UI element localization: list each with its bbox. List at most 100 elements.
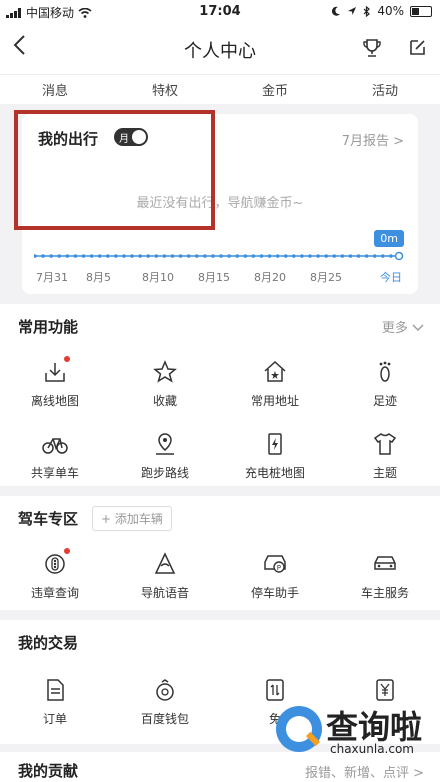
- timeline-day-dot: [381, 254, 385, 258]
- tab-privileges[interactable]: 特权: [152, 80, 178, 99]
- section-title: 我的贡献: [18, 762, 79, 780]
- more-label: 更多: [381, 321, 408, 336]
- battery-icon: [410, 5, 432, 17]
- timeline-day-dot: [308, 254, 312, 258]
- timeline-day-dot: [389, 254, 393, 258]
- timeline-day-dot: [178, 254, 183, 258]
- exchange-icon: [220, 676, 330, 704]
- timeline-day-dot: [162, 254, 167, 258]
- wallet-icon: [110, 676, 220, 704]
- common-function-item[interactable]: 主题: [330, 430, 440, 481]
- drive-function-item-label: 导航语音: [140, 586, 189, 600]
- more-link[interactable]: 更多: [382, 317, 424, 336]
- timeline-day-dot: [154, 254, 159, 258]
- highlight-annotation-box: [14, 110, 215, 230]
- timeline-day-dot: [49, 254, 53, 258]
- chevron-down-icon: [412, 324, 424, 331]
- timeline-day-dot: [267, 254, 272, 258]
- timeline-day-dot: [251, 254, 256, 258]
- timeline-day-dot: [130, 254, 134, 258]
- timeline-date-label: 8月25: [310, 271, 342, 284]
- timeline-day-dot: [186, 254, 191, 258]
- watermark-url: chaxunla.com: [330, 742, 414, 756]
- tab-coins[interactable]: 金币: [262, 80, 288, 99]
- timeline-day-dot: [340, 254, 345, 258]
- timeline-day-dot: [364, 254, 369, 258]
- drive-function-item[interactable]: 导航语音: [110, 550, 220, 601]
- timeline-day-dot: [146, 254, 151, 258]
- drive-function-item-label: 停车助手: [250, 586, 299, 600]
- battery-percent: 40%: [377, 4, 404, 18]
- footprint-icon: [330, 358, 440, 386]
- yen-icon: [330, 676, 440, 704]
- drive-function-item[interactable]: P 停车助手: [220, 550, 330, 601]
- shirt-icon: [330, 430, 440, 458]
- drive-function-item[interactable]: 车主服务: [330, 550, 440, 601]
- contrib-link[interactable]: 报错、新增、点评 >: [305, 762, 424, 781]
- timeline-day-dot: [292, 254, 296, 258]
- common-function-item-label: 充电桩地图: [244, 466, 305, 480]
- location-arrow-icon: [348, 7, 357, 15]
- timeline-day-dot: [203, 254, 207, 258]
- timeline-day-dot: [65, 254, 70, 258]
- timeline-date-label: 今日: [380, 271, 402, 284]
- common-function-item[interactable]: 充电桩地图: [220, 430, 330, 481]
- watermark-logo: 查询啦 chaxunla.com: [276, 702, 436, 762]
- timeline-day-dot: [81, 254, 86, 258]
- timeline-day-dot: [97, 254, 102, 258]
- common-function-item-label: 共享单车: [30, 466, 79, 480]
- distance-badge: 0m: [374, 230, 404, 247]
- notification-dot: [64, 356, 70, 362]
- battery-fill: [412, 7, 420, 15]
- common-function-item[interactable]: 共享单车: [0, 430, 110, 481]
- timeline-day-dot: [227, 254, 231, 258]
- drive-section: 驾车专区 + 添加车辆 违章查询 导航语音 P 停车助手 车主服务: [0, 496, 440, 610]
- timeline-day-dot: [138, 254, 142, 258]
- drive-function-item-label: 违章查询: [30, 586, 79, 600]
- home-star-icon: [220, 358, 330, 386]
- timeline-day-dot: [122, 254, 126, 258]
- charging-icon: [220, 430, 330, 458]
- add-vehicle-button[interactable]: + 添加车辆: [92, 506, 172, 531]
- timeline-day-dot: [356, 254, 361, 258]
- tab-activities[interactable]: 活动: [372, 80, 398, 99]
- nav-bar: 个人中心: [0, 24, 440, 74]
- common-function-item[interactable]: 收藏: [110, 358, 220, 409]
- timeline-day-dot: [106, 254, 110, 258]
- common-function-item[interactable]: 常用地址: [220, 358, 330, 409]
- timeline-day-dot: [324, 254, 329, 258]
- timeline-day-dot: [194, 254, 199, 258]
- run-route-icon: [110, 430, 220, 458]
- monthly-report-link[interactable]: 7月报告 >: [342, 130, 404, 149]
- timeline-day-dot: [372, 254, 377, 258]
- common-function-item-label: 主题: [372, 466, 397, 480]
- order-icon: [0, 676, 110, 704]
- section-title: 驾车专区: [18, 510, 79, 528]
- tab-messages[interactable]: 消息: [42, 80, 68, 99]
- status-bar: 中国移动 17:04 40%: [0, 0, 440, 24]
- edit-icon[interactable]: [408, 38, 426, 60]
- section-title: 我的交易: [18, 634, 79, 652]
- timeline-day-dot: [34, 254, 37, 258]
- timeline-day-dot: [259, 254, 264, 258]
- violation-icon: [0, 548, 110, 578]
- trade-function-item[interactable]: 百度钱包: [110, 676, 220, 727]
- trade-function-item-label: 百度钱包: [140, 712, 189, 726]
- timeline-day-dot: [394, 251, 404, 261]
- common-functions-section: 常用功能 更多 离线地图 收藏 常用地址 足迹 共享单车 跑步路线 充电桩地图 主题: [0, 304, 440, 486]
- common-function-item-label: 跑步路线: [140, 466, 189, 480]
- common-function-item[interactable]: 跑步路线: [110, 430, 220, 481]
- common-function-item[interactable]: 足迹: [330, 358, 440, 409]
- timeline-date-label: 7月31: [36, 271, 68, 284]
- trade-function-item[interactable]: 订单: [0, 676, 110, 727]
- timeline-day-dot: [275, 254, 280, 258]
- common-function-item-label: 足迹: [372, 394, 397, 408]
- timeline-day-dot: [73, 254, 78, 258]
- timeline-day-dot: [316, 254, 320, 258]
- drive-function-item[interactable]: 违章查询: [0, 548, 110, 601]
- trade-function-item-label: 订单: [42, 712, 67, 726]
- trophy-icon[interactable]: [362, 38, 382, 62]
- svg-text:P: P: [277, 564, 281, 572]
- timeline-day-dot: [41, 254, 45, 258]
- common-function-item[interactable]: 离线地图: [0, 356, 110, 409]
